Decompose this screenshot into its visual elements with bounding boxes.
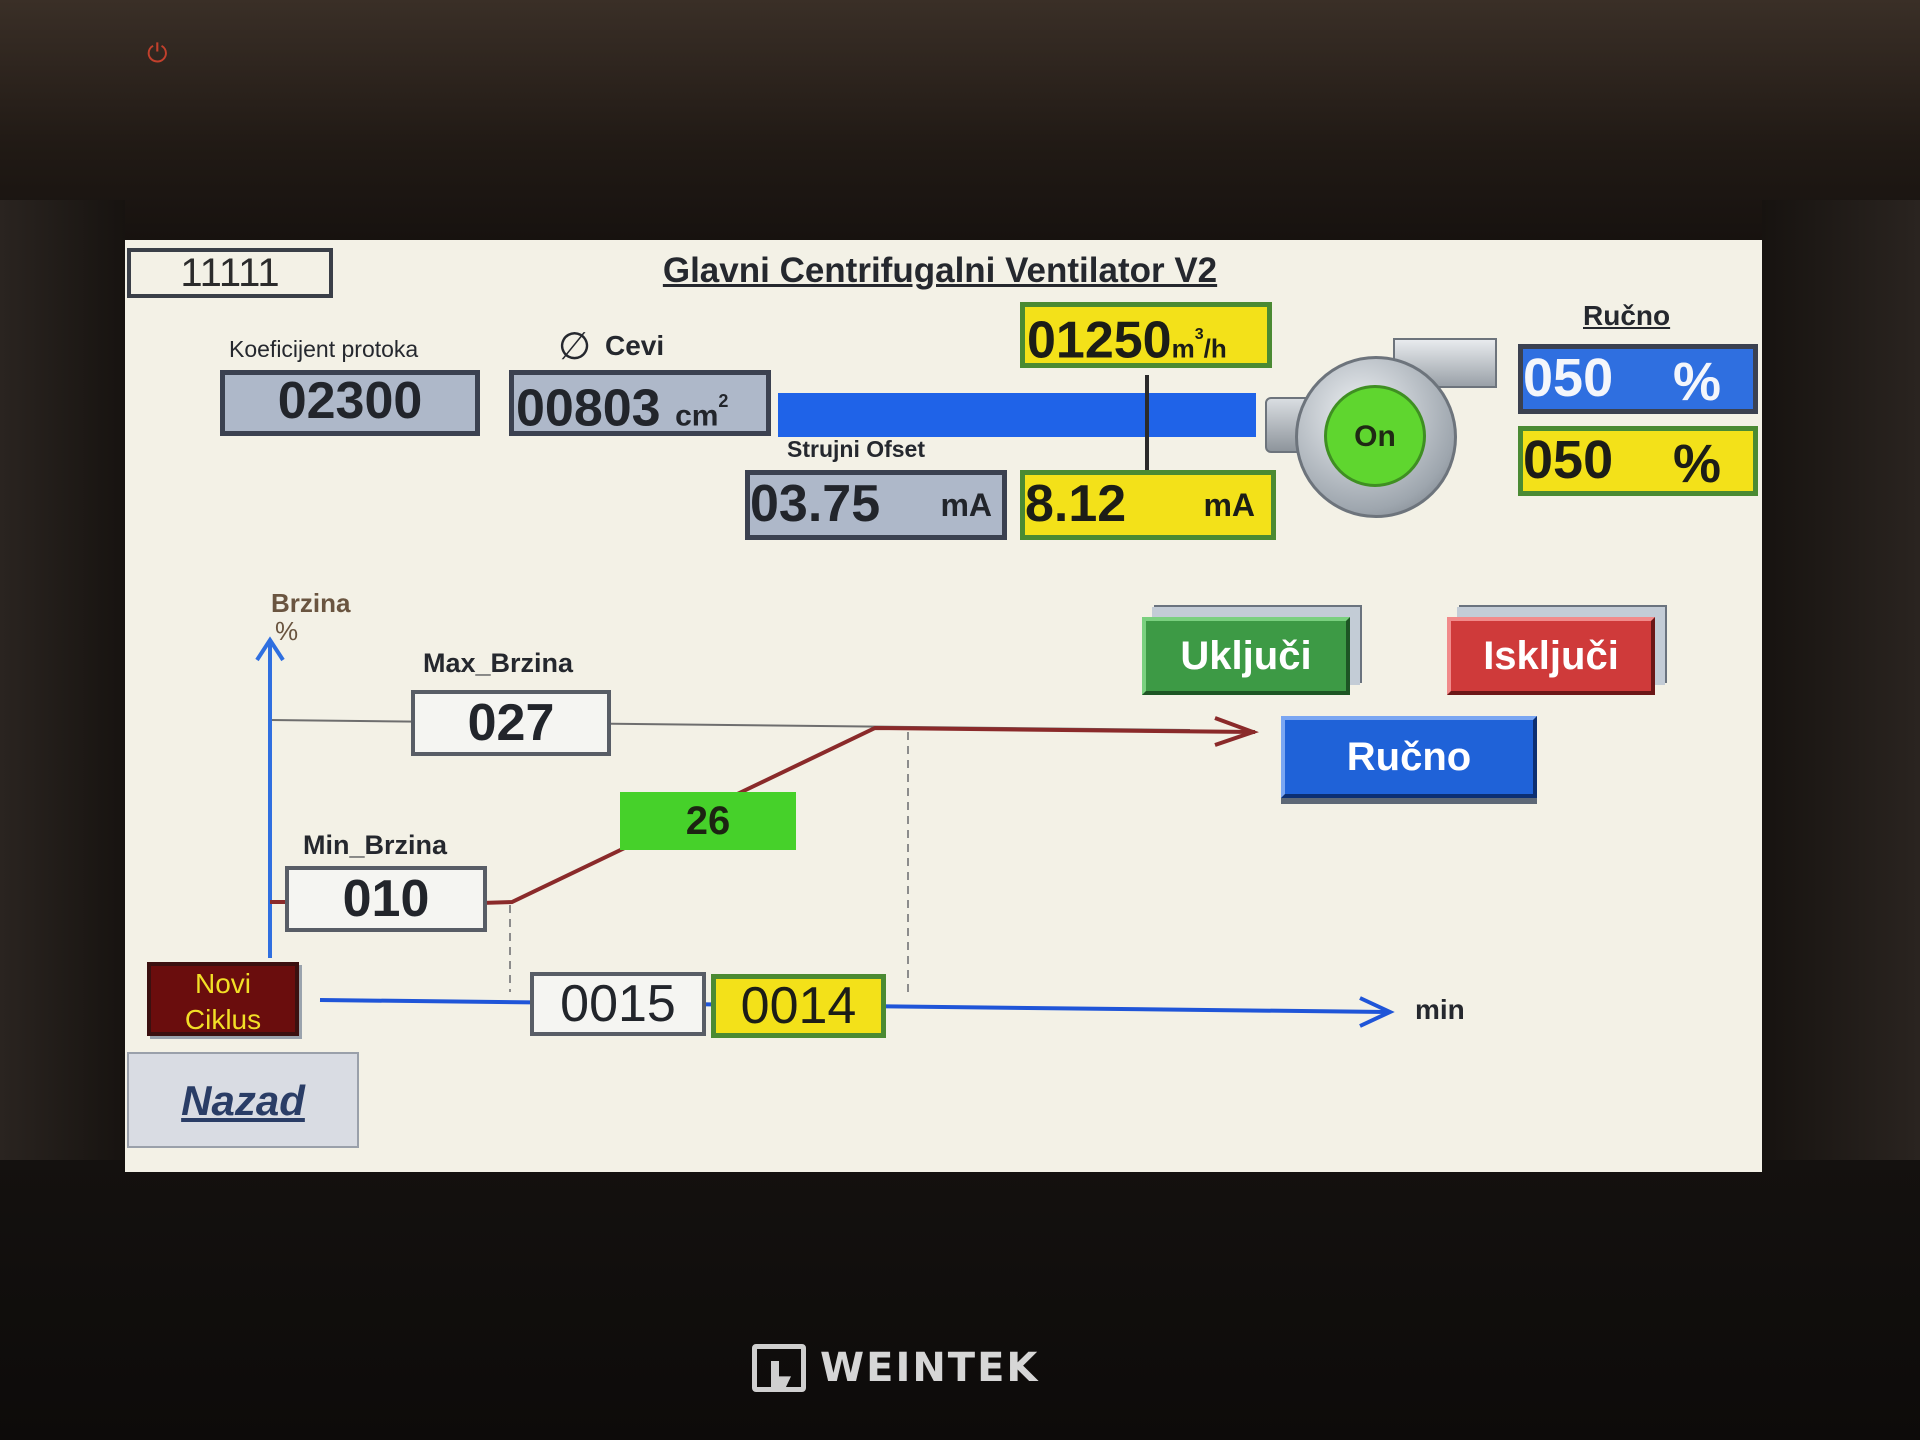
offset-unit: mA <box>940 487 992 523</box>
cevi-value: 00803 <box>516 379 661 438</box>
ukljuci-button[interactable]: Uključi <box>1142 617 1350 695</box>
flow-display: 01250m3/h <box>1020 302 1272 368</box>
cevi-unit-sup: 2 <box>718 391 729 411</box>
koef-protoka-value[interactable]: 02300 <box>220 370 480 436</box>
flow-unit: m <box>1171 333 1195 364</box>
rucno-button[interactable]: Ručno <box>1281 716 1537 798</box>
flow-value: 01250 <box>1027 311 1172 370</box>
novi-ciklus-line2: Ciklus <box>184 1004 262 1035</box>
flow-unit-tail: /h <box>1203 333 1227 364</box>
x-axis-unit: min <box>1415 994 1465 1025</box>
current-unit: mA <box>1203 487 1255 523</box>
max-brzina-label: Max_Brzina <box>423 648 574 678</box>
max-brzina-input[interactable]: 027 <box>411 690 611 756</box>
min-brzina-label: Min_Brzina <box>303 830 448 860</box>
nazad-button[interactable]: Nazad <box>127 1052 359 1148</box>
manual-actual-unit: % <box>1672 434 1721 494</box>
cevi-unit: cm <box>675 399 719 433</box>
manual-actual-value: 050 <box>1523 430 1614 490</box>
offset-value: 03.75 <box>750 475 881 533</box>
current-value: 8.12 <box>1025 475 1127 533</box>
manual-setpoint-display[interactable]: 050 % <box>1518 344 1758 414</box>
diameter-icon: ∅ <box>558 326 592 368</box>
flow-sensor-marker <box>1145 375 1149 475</box>
device-bezel-left <box>0 200 125 1200</box>
y-axis-unit: % <box>275 616 299 646</box>
cevi-label: Cevi <box>605 330 665 361</box>
device-bezel-top <box>0 0 1920 240</box>
manual-setpoint-unit: % <box>1672 352 1721 412</box>
fan-status-indicator[interactable]: On <box>1324 385 1426 487</box>
pipe-graphic <box>778 393 1256 437</box>
iskljuci-button[interactable]: Isključi <box>1447 617 1655 695</box>
device-brand: WEINTEK <box>752 1338 1112 1398</box>
y-axis-label: Brzina <box>271 588 351 618</box>
current-speed-display: 26 <box>620 792 796 850</box>
page-title: Glavni Centrifugalni Ventilator V2 <box>662 251 1218 290</box>
brand-logo-icon <box>752 1344 806 1392</box>
rucno-panel-label: Ručno <box>1583 300 1671 331</box>
ramp-time-input[interactable]: 0015 <box>530 972 706 1036</box>
screen-id-display: 11111 <box>127 248 333 298</box>
current-display: 8.12 mA <box>1020 470 1276 540</box>
power-led-icon: ⏻ <box>147 38 168 68</box>
device-bezel-right <box>1762 200 1920 1200</box>
koef-protoka-label: Koeficijent protoka <box>229 336 419 362</box>
flow-unit-sup: 3 <box>1194 326 1204 343</box>
hmi-screen: 11111 Glavni Centrifugalni Ventilator V2… <box>125 240 1762 1172</box>
strujni-ofset-label: Strujni Ofset <box>787 436 926 462</box>
cevi-value-display[interactable]: 00803 cm2 <box>509 370 771 436</box>
novi-ciklus-button[interactable]: Novi Ciklus <box>147 962 299 1036</box>
device-bezel-bottom <box>0 1160 1920 1440</box>
brand-name: WEINTEK <box>820 1345 1040 1391</box>
offset-display[interactable]: 03.75 mA <box>745 470 1007 540</box>
manual-setpoint-value: 050 <box>1523 348 1614 408</box>
manual-actual-display: 050 % <box>1518 426 1758 496</box>
ramp-time-elapsed-display: 0014 <box>711 974 886 1038</box>
min-brzina-input[interactable]: 010 <box>285 866 487 932</box>
novi-ciklus-line1: Novi <box>194 968 251 999</box>
